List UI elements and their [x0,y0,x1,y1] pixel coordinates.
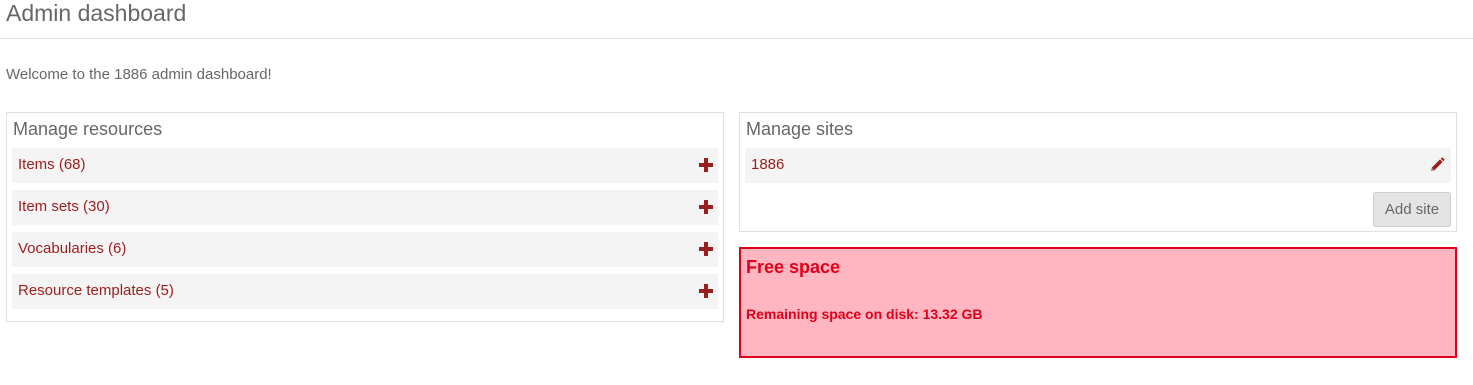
resource-templates-link[interactable]: Resource templates (5) [18,282,174,300]
plus-icon[interactable] [699,242,713,256]
vocabularies-link[interactable]: Vocabularies (6) [18,240,126,258]
resource-row-items: Items (68) [12,148,718,183]
manage-resources-title: Manage resources [13,119,163,139]
plus-icon[interactable] [699,200,713,214]
page-title: Admin dashboard [6,0,187,26]
add-site-button[interactable]: Add site [1373,192,1451,227]
resource-row-resource-templates: Resource templates (5) [12,274,718,309]
plus-icon[interactable] [699,158,713,172]
item-sets-link[interactable]: Item sets (30) [18,198,110,216]
site-row: 1886 [745,148,1451,183]
manage-sites-panel: Manage sites 1886 Add site [739,112,1457,232]
welcome-message: Welcome to the 1886 admin dashboard! [6,66,272,83]
remaining-space-text: Remaining space on disk: 13.32 GB [746,306,983,322]
site-link[interactable]: 1886 [751,156,784,174]
resource-row-vocabularies: Vocabularies (6) [12,232,718,267]
plus-icon[interactable] [699,284,713,298]
manage-sites-title: Manage sites [746,119,854,139]
pencil-icon[interactable] [1429,157,1445,173]
items-link[interactable]: Items (68) [18,156,86,174]
manage-resources-panel: Manage resources Items (68) Item sets (3… [6,112,724,322]
free-space-alert: Free space Remaining space on disk: 13.3… [739,247,1457,358]
page-header: Admin dashboard [0,0,1473,39]
free-space-title: Free space [746,257,841,277]
resource-row-item-sets: Item sets (30) [12,190,718,225]
